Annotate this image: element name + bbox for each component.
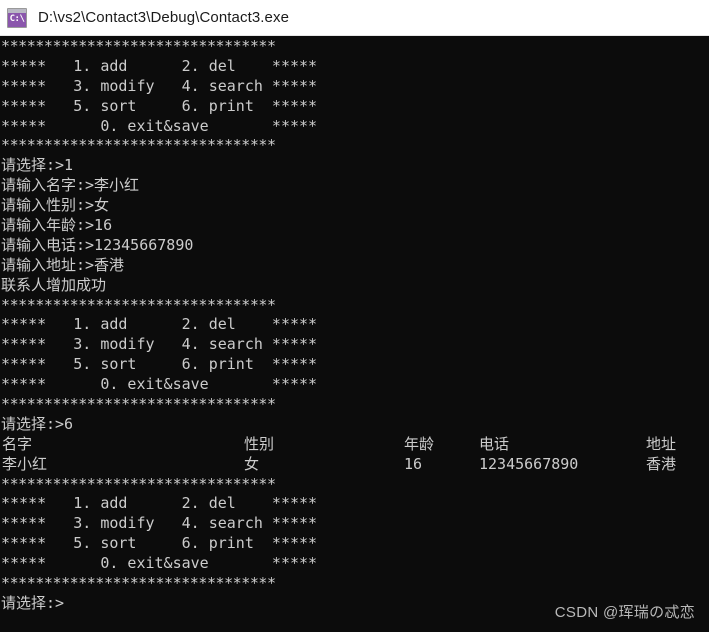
console-line: 请输入名字:>李小红 — [1, 176, 140, 195]
csdn-watermark: CSDN @珲瑞の忒恋 — [554, 604, 695, 621]
console-line: 请选择:>6 — [1, 414, 74, 433]
console-line: ***** 3. modify 4. search ***** — [1, 335, 318, 354]
console-line: 请选择:>1 — [1, 156, 74, 175]
console-line: 联系人增加成功 — [1, 275, 107, 294]
table-header-cell: 地址 — [646, 434, 677, 453]
separator-line: ******************************** — [1, 295, 276, 314]
icon-glyph-label: C:\ — [9, 13, 25, 24]
table-cell: 12345667890 — [479, 454, 579, 473]
console-app-icon: C:\ — [7, 7, 27, 28]
console-line: 请输入电话:>12345667890 — [1, 235, 194, 254]
console-line: ***** 3. modify 4. search ***** — [1, 514, 318, 533]
console-line: ***** 5. sort 6. print ***** — [1, 96, 318, 115]
separator-line: ******************************** — [1, 395, 276, 414]
window-title: D:\vs2\Contact3\Debug\Contact3.exe — [38, 9, 290, 26]
separator-line: ******************************** — [1, 474, 276, 493]
console-line: ***** 0. exit&save ***** — [1, 116, 318, 135]
console-line: 请输入性别:>女 — [1, 196, 110, 215]
console-window: C:\ D:\vs2\Contact3\Debug\Contact3.exe *… — [0, 0, 709, 632]
console-line: ***** 0. exit&save ***** — [1, 554, 318, 573]
console-line: 请输入年龄:>16 — [1, 216, 113, 235]
table-cell: 香港 — [646, 454, 677, 473]
console-line: ***** 5. sort 6. print ***** — [1, 534, 318, 553]
table-header-row: 名字 性别 年龄 电话 地址 — [1, 435, 709, 455]
console-output-area[interactable]: ******************************** ***** 1.… — [0, 36, 709, 632]
table-cell: 李小红 — [2, 454, 48, 473]
table-header-cell: 性别 — [244, 434, 275, 453]
console-line: ***** 1. add 2. del ***** — [1, 56, 318, 75]
separator-line: ******************************** — [1, 574, 276, 593]
console-text-buffer: ******************************** ***** 1.… — [0, 36, 709, 614]
table-header-cell: 名字 — [2, 434, 33, 453]
icon-titlebar-stripe — [8, 8, 26, 13]
console-line: ***** 0. exit&save ***** — [1, 375, 318, 394]
console-line: ***** 1. add 2. del ***** — [1, 315, 318, 334]
title-bar: C:\ D:\vs2\Contact3\Debug\Contact3.exe — [0, 0, 709, 36]
separator-line: ******************************** — [1, 136, 276, 155]
separator-line: ******************************** — [1, 37, 276, 55]
table-cell: 16 — [404, 454, 423, 473]
console-line: ***** 3. modify 4. search ***** — [1, 76, 318, 95]
console-line: 请输入地址:>香港 — [1, 255, 125, 274]
table-header-cell: 年龄 — [404, 434, 435, 453]
console-line: ***** 5. sort 6. print ***** — [1, 355, 318, 374]
table-header-cell: 电话 — [479, 434, 510, 453]
table-row: 李小红 女 16 12345667890 香港 — [1, 455, 709, 475]
table-cell: 女 — [244, 454, 260, 473]
console-line: ***** 1. add 2. del ***** — [1, 494, 318, 513]
